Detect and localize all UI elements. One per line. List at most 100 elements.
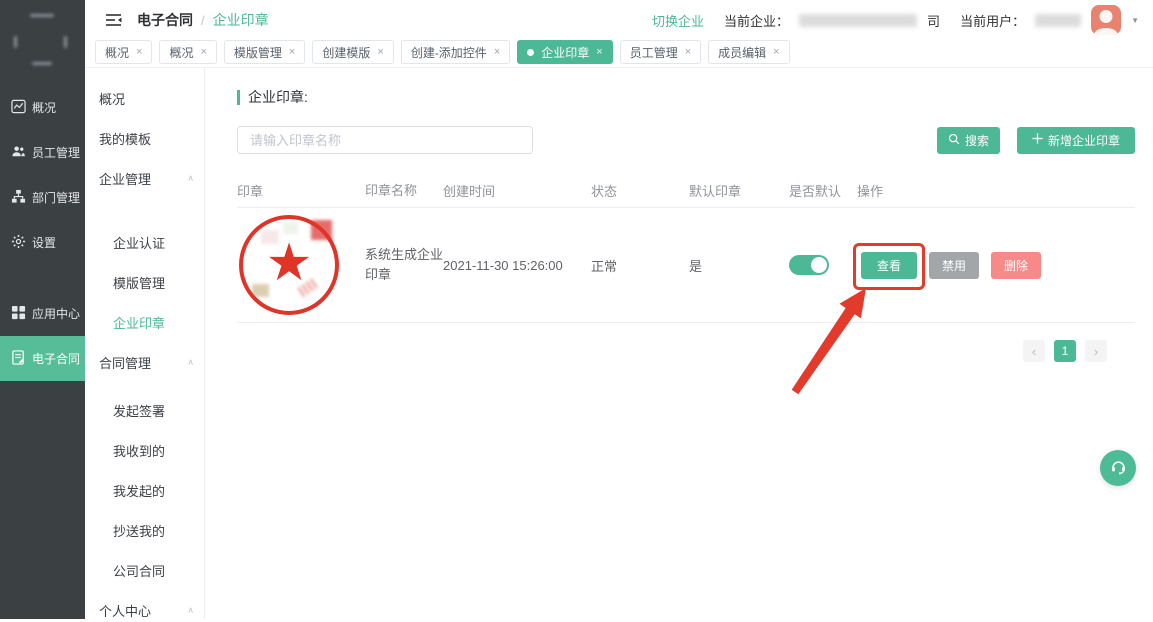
tab-label: 员工管理 bbox=[630, 44, 678, 61]
sidebar-item-label: 概况 bbox=[32, 99, 56, 116]
is-default-toggle[interactable] bbox=[789, 255, 829, 275]
search-toolbar: 搜索 新增企业印章 bbox=[237, 126, 1135, 154]
close-icon[interactable]: × bbox=[685, 47, 691, 58]
close-icon[interactable]: × bbox=[596, 47, 602, 58]
collapse-menu-icon[interactable] bbox=[105, 13, 123, 27]
sidebar-item-app-center[interactable]: 应用中心 bbox=[0, 291, 85, 336]
delete-button[interactable]: 删除 bbox=[991, 252, 1041, 279]
sidebar-spacer bbox=[0, 265, 85, 291]
close-icon[interactable]: × bbox=[773, 47, 779, 58]
search-button[interactable]: 搜索 bbox=[937, 127, 1000, 154]
submenu-label: 我发起的 bbox=[113, 481, 165, 500]
sidebar-item-overview[interactable]: 概况 bbox=[0, 85, 85, 130]
submenu-item-company-contracts[interactable]: 公司合同 bbox=[85, 550, 204, 590]
tab-label: 创建-添加控件 bbox=[411, 44, 487, 61]
user-menu-caret-icon[interactable]: ▼ bbox=[1131, 16, 1139, 25]
table-header-row: 印章 印章名称 创建时间 状态 默认印章 是否默认 操作 bbox=[237, 174, 1135, 208]
breadcrumb-separator: / bbox=[201, 13, 205, 28]
tab-template-management[interactable]: 模版管理 × bbox=[224, 40, 305, 64]
submenu-label: 公司合同 bbox=[113, 561, 165, 580]
disable-button[interactable]: 禁用 bbox=[929, 252, 979, 279]
close-icon[interactable]: × bbox=[494, 47, 500, 58]
sidebar-item-label: 电子合同 bbox=[32, 350, 80, 367]
prev-page-button[interactable]: ‹ bbox=[1023, 340, 1045, 362]
submenu-label: 合同管理 bbox=[99, 353, 151, 372]
user-name-redacted bbox=[1035, 14, 1081, 27]
org-icon bbox=[11, 189, 26, 207]
submenu-item-initiate-sign[interactable]: 发起签署 bbox=[85, 390, 204, 430]
submenu-item-my-templates[interactable]: 我的模板 bbox=[85, 118, 204, 158]
close-icon[interactable]: × bbox=[377, 47, 383, 58]
chevron-up-icon: ∧ bbox=[187, 173, 194, 184]
breadcrumb-current-page: 企业印章 bbox=[213, 10, 269, 30]
default-seal-cell: 是 bbox=[689, 256, 789, 275]
tab-overview-1[interactable]: 概况 × bbox=[95, 40, 152, 64]
submenu-label: 企业管理 bbox=[99, 169, 151, 188]
breadcrumb-app-title: 电子合同 bbox=[137, 10, 193, 30]
tab-create-template[interactable]: 创建模版× bbox=[312, 40, 393, 64]
tab-label: 概况 bbox=[105, 44, 129, 61]
user-avatar[interactable] bbox=[1091, 5, 1121, 35]
search-button-label: 搜索 bbox=[965, 132, 989, 149]
submenu-item-cc-me[interactable]: 抄送我的 bbox=[85, 510, 204, 550]
submenu-item-company-seal[interactable]: 企业印章 bbox=[85, 302, 204, 342]
tab-create-add-controls[interactable]: 创建-添加控件 × bbox=[401, 40, 510, 64]
next-page-button[interactable]: › bbox=[1085, 340, 1107, 362]
seal-table: 印章 印章名称 创建时间 状态 默认印章 是否默认 操作 bbox=[237, 174, 1135, 323]
sidebar-item-label: 员工管理 bbox=[32, 144, 80, 161]
submenu-item-initiated[interactable]: 我发起的 bbox=[85, 470, 204, 510]
seal-name-search-input[interactable] bbox=[237, 126, 533, 154]
tab-member-edit[interactable]: 成员编辑 × bbox=[708, 40, 789, 64]
sidebar-item-department-management[interactable]: 部门管理 bbox=[0, 175, 85, 220]
status-cell: 正常 bbox=[591, 256, 689, 275]
active-tab-dot-icon bbox=[527, 49, 534, 56]
sidebar-item-staff-management[interactable]: 员工管理 bbox=[0, 130, 85, 175]
tab-staff-management[interactable]: 员工管理 × bbox=[620, 40, 701, 64]
company-seal-image: ★ bbox=[237, 213, 341, 317]
tab-company-seal[interactable]: 企业印章× bbox=[517, 40, 612, 64]
contract-icon bbox=[11, 350, 26, 368]
logo-redacted-mark bbox=[14, 36, 17, 48]
top-header: 电子合同 / 企业印章 切换企业 当前企业： 司 当前用户： ▼ bbox=[85, 0, 1153, 40]
tab-label: 成员编辑 bbox=[718, 44, 766, 61]
close-icon[interactable]: × bbox=[289, 47, 295, 58]
close-icon[interactable]: × bbox=[200, 47, 206, 58]
col-header-created: 创建时间 bbox=[443, 181, 591, 200]
sidebar-item-e-contract[interactable]: 电子合同 bbox=[0, 336, 85, 381]
open-tabs-bar: 概况× 概况× 模版管理× 创建模版× 创建-添加控件× 企业印章× 员工管理×… bbox=[85, 40, 1153, 68]
col-header-status: 状态 bbox=[591, 181, 689, 200]
col-header-seal-name: 印章名称 bbox=[365, 181, 443, 201]
tab-label: 模版管理 bbox=[234, 44, 282, 61]
add-button-label: 新增企业印章 bbox=[1048, 132, 1120, 149]
tab-overview-2[interactable]: 概况× bbox=[159, 40, 216, 64]
submenu-item-received[interactable]: 我收到的 bbox=[85, 430, 204, 470]
submenu-item-personal-center[interactable]: 个人中心∧ bbox=[85, 590, 204, 619]
main-panel: 企业印章: 搜索 新增企业印章 印章 印章名称 创建时间 状态 bbox=[205, 68, 1153, 619]
view-button[interactable]: 查看 bbox=[861, 252, 917, 279]
submenu-label: 个人中心 bbox=[99, 601, 151, 620]
sidebar-item-settings[interactable]: 设置 bbox=[0, 220, 85, 265]
row-actions: 查看 禁用 删除 bbox=[857, 252, 1135, 279]
submenu-label: 企业认证 bbox=[113, 233, 165, 252]
submenu-item-company-auth[interactable]: 企业认证 bbox=[85, 222, 204, 262]
red-highlight-box: 查看 bbox=[861, 252, 917, 279]
close-icon[interactable]: × bbox=[136, 47, 142, 58]
submenu-label: 概况 bbox=[99, 89, 125, 108]
seal-star-icon: ★ bbox=[266, 237, 313, 289]
gear-icon bbox=[11, 234, 26, 252]
submenu-item-company-management[interactable]: 企业管理 ∧ bbox=[85, 158, 204, 198]
page-title: 企业印章: bbox=[237, 90, 1153, 105]
app-main-area: 电子合同 / 企业印章 切换企业 当前企业： 司 当前用户： ▼ 概况 × 概况 ×… bbox=[85, 0, 1153, 619]
submenu-label: 模版管理 bbox=[113, 273, 165, 292]
add-company-seal-button[interactable]: 新增企业印章 bbox=[1017, 127, 1135, 154]
pagination: ‹ 1 › bbox=[205, 340, 1107, 362]
submenu-item-template-management[interactable]: 模版管理 bbox=[85, 262, 204, 302]
customer-support-button[interactable] bbox=[1100, 450, 1136, 486]
submenu-item-overview[interactable]: 概况 bbox=[85, 78, 204, 118]
page-1-button[interactable]: 1 bbox=[1054, 340, 1076, 362]
search-icon bbox=[948, 133, 960, 148]
switch-company-link[interactable]: 切换企业 bbox=[652, 11, 704, 30]
submenu-item-contract-management[interactable]: 合同管理∧ bbox=[85, 342, 204, 382]
created-time-cell: 2021-11-30 15:26:00 bbox=[443, 258, 591, 273]
sidebar-item-label: 设置 bbox=[32, 234, 56, 251]
